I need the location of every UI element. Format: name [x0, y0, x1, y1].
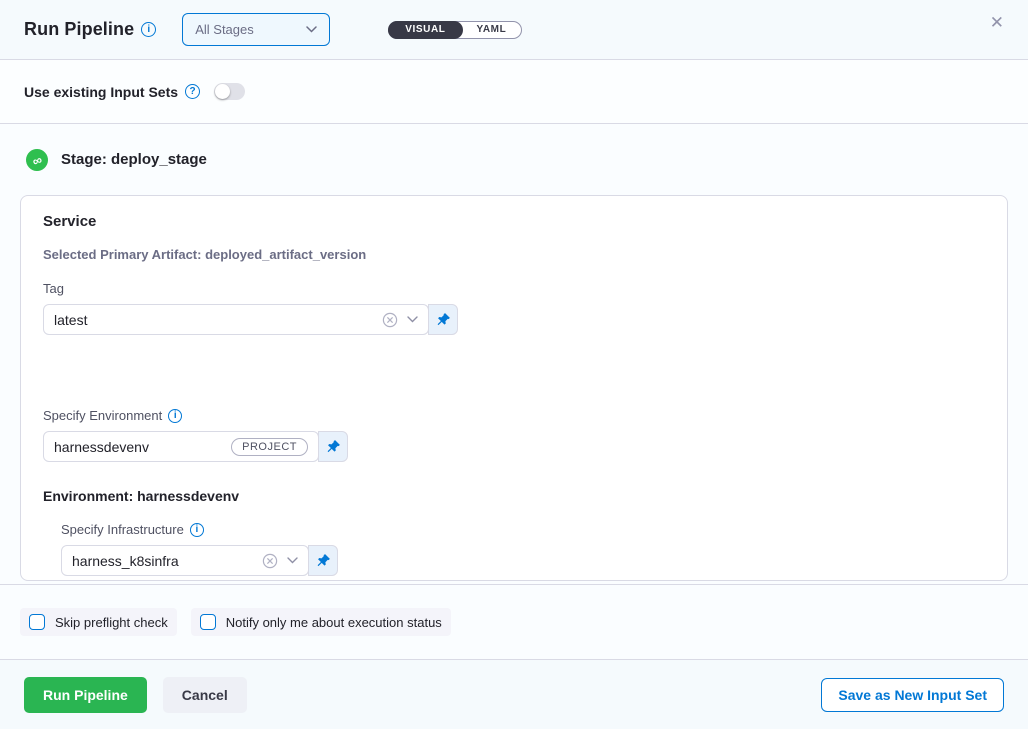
toggle-knob	[215, 84, 230, 99]
environment-info-icon[interactable]: i	[168, 409, 182, 423]
infrastructure-info-icon[interactable]: i	[190, 523, 204, 537]
stage-header: ∞ Stage: deploy_stage	[20, 124, 1008, 195]
chevron-down-icon	[306, 26, 317, 33]
cancel-button[interactable]: Cancel	[163, 677, 247, 713]
clear-icon[interactable]	[262, 553, 278, 569]
page-title: Run Pipeline	[24, 19, 134, 40]
notify-me-label: Notify only me about execution status	[226, 615, 442, 630]
pipeline-info-icon[interactable]: i	[141, 22, 156, 37]
existing-input-sets-label: Use existing Input Sets	[24, 84, 178, 100]
tag-input-wrap	[43, 304, 429, 335]
stage-selector-dropdown[interactable]: All Stages	[182, 13, 330, 46]
pin-icon	[316, 553, 331, 568]
environment-label: Specify Environment	[43, 408, 162, 423]
tag-field-block: Tag	[43, 281, 985, 335]
pin-icon	[436, 312, 451, 327]
environment-field-block: Specify Environment i PROJECT	[43, 408, 985, 462]
run-pipeline-button[interactable]: Run Pipeline	[24, 677, 147, 713]
existing-input-sets-row: Use existing Input Sets ?	[0, 60, 1028, 124]
environment-heading: Environment: harnessdevenv	[43, 488, 985, 504]
main-content: ∞ Stage: deploy_stage Service Selected P…	[0, 124, 1028, 584]
run-pipeline-modal: Run Pipeline i All Stages VISUAL YAML ✕ …	[0, 0, 1028, 729]
skip-preflight-label: Skip preflight check	[55, 615, 168, 630]
close-icon[interactable]: ✕	[986, 10, 1008, 35]
selected-artifact-text: Selected Primary Artifact: deployed_arti…	[43, 247, 985, 262]
stage-selector-value: All Stages	[195, 22, 254, 37]
notify-me-option[interactable]: Notify only me about execution status	[191, 608, 451, 636]
infrastructure-input-wrap	[61, 545, 309, 576]
infrastructure-field-block: Specify Infrastructure i	[61, 522, 985, 576]
clear-icon[interactable]	[382, 312, 398, 328]
infrastructure-label: Specify Infrastructure	[61, 522, 184, 537]
execution-options-row: Skip preflight check Notify only me abou…	[0, 584, 1028, 660]
infrastructure-pin-button[interactable]	[308, 545, 338, 576]
tab-yaml[interactable]: YAML	[462, 21, 522, 39]
skip-preflight-option[interactable]: Skip preflight check	[20, 608, 177, 636]
input-sets-toggle[interactable]	[214, 83, 245, 100]
environment-input[interactable]	[54, 439, 231, 455]
tag-pin-button[interactable]	[428, 304, 458, 335]
chevron-down-icon[interactable]	[407, 316, 418, 323]
notify-me-checkbox[interactable]	[200, 614, 216, 630]
visual-yaml-toggle: VISUAL YAML	[388, 21, 522, 39]
environment-pin-button[interactable]	[318, 431, 348, 462]
save-as-new-input-set-button[interactable]: Save as New Input Set	[821, 678, 1004, 712]
chevron-down-icon[interactable]	[287, 557, 298, 564]
tab-visual[interactable]: VISUAL	[388, 21, 462, 39]
input-sets-help-icon[interactable]: ?	[185, 84, 200, 99]
scope-badge: PROJECT	[231, 438, 308, 456]
pin-icon	[326, 439, 341, 454]
skip-preflight-checkbox[interactable]	[29, 614, 45, 630]
service-heading: Service	[43, 213, 985, 230]
infrastructure-input[interactable]	[72, 553, 256, 569]
modal-footer: Run Pipeline Cancel Save as New Input Se…	[0, 660, 1028, 729]
modal-header: Run Pipeline i All Stages VISUAL YAML ✕	[0, 0, 1028, 60]
environment-input-wrap: PROJECT	[43, 431, 319, 462]
stage-inputs-card: Service Selected Primary Artifact: deplo…	[20, 195, 1008, 581]
tag-label: Tag	[43, 281, 64, 296]
cd-stage-icon: ∞	[23, 145, 51, 173]
tag-input[interactable]	[54, 312, 376, 328]
stage-title: Stage: deploy_stage	[61, 151, 207, 168]
